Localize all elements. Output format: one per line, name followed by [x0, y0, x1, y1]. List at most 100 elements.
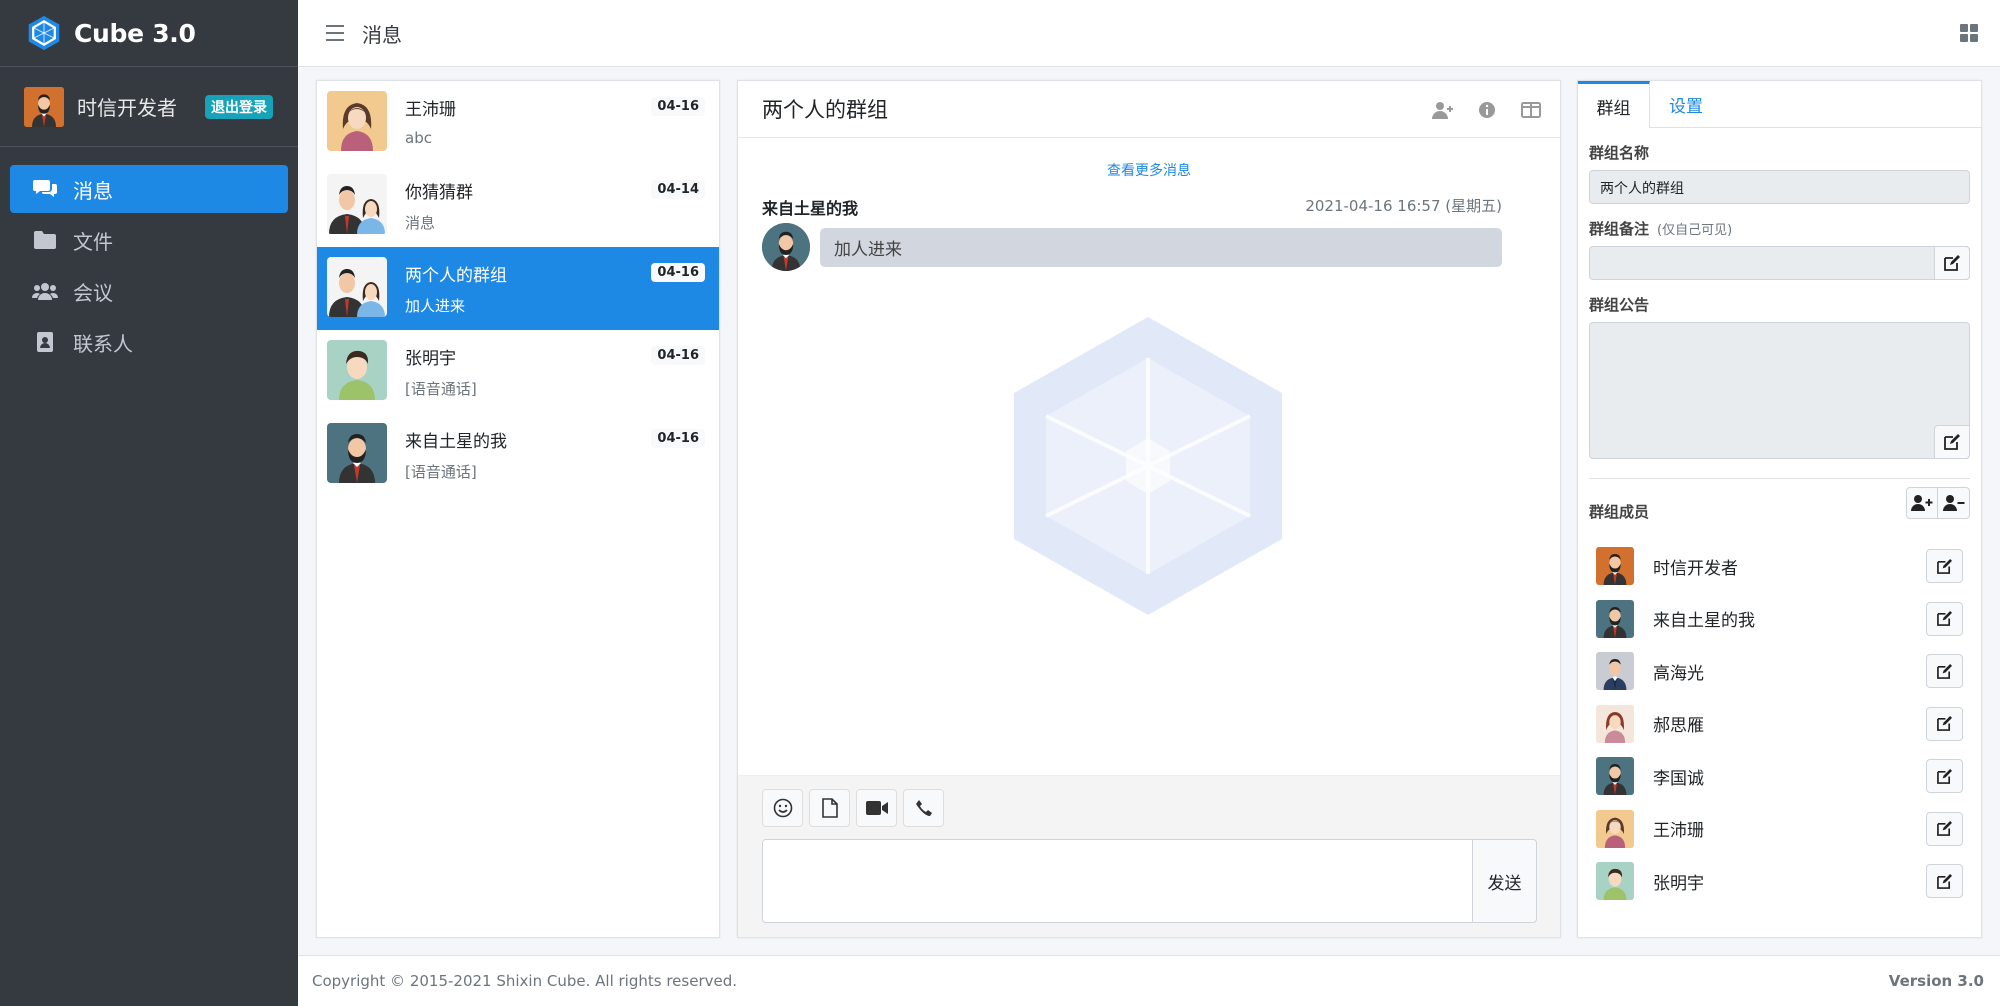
conversation-item[interactable]: 张明宇 [语音通话] 04-16 — [317, 330, 719, 413]
member-item[interactable]: 李国诚 — [1578, 750, 1981, 803]
user-panel: 时信开发者 退出登录 — [0, 67, 298, 147]
info-icon[interactable] — [1476, 99, 1498, 121]
member-item[interactable]: 高海光 — [1578, 645, 1981, 698]
main-nav: 消息 文件 会议 联系人 — [0, 147, 298, 366]
conversation-list: 王沛珊 abc 04-16 你猜猜群 消息 04-14 两个人的群组 加人进来 04-… — [316, 80, 720, 938]
message-bubble[interactable]: 加人进来 — [820, 227, 1502, 267]
emoji-icon[interactable] — [762, 789, 803, 827]
edit-member-button[interactable] — [1926, 601, 1963, 636]
edit-icon — [1937, 663, 1952, 679]
conversation-snippet: 消息 — [405, 214, 436, 232]
page-title: 消息 — [362, 22, 402, 47]
group-info-panel: 群组 设置 群组名称 两个人的群组 群组备注 (仅自己可见) 群组公告 群组成员 … — [1577, 80, 1982, 938]
group-remark-label: 群组备注 (仅自己可见) — [1589, 218, 1981, 239]
message-time: 2021-04-16 16:57 (星期五) — [1305, 197, 1502, 215]
user-minus-icon — [1942, 495, 1964, 511]
top-header: 消息 — [298, 0, 2000, 67]
conversation-item-active[interactable]: 两个人的群组 加人进来 04-16 — [317, 247, 719, 330]
nav-item-files[interactable]: 文件 — [10, 216, 288, 264]
avatar — [327, 174, 387, 234]
nav-item-label: 联系人 — [73, 331, 133, 356]
load-more-link[interactable]: 查看更多消息 — [738, 160, 1560, 180]
edit-member-button[interactable] — [1926, 759, 1963, 793]
nav-item-label: 消息 — [73, 178, 113, 203]
member-name: 张明宇 — [1653, 873, 1704, 894]
message-input[interactable] — [762, 839, 1473, 923]
conversation-date: 04-16 — [651, 263, 705, 282]
conversation-snippet: [语音通话] — [405, 463, 477, 481]
phone-icon[interactable] — [903, 789, 944, 827]
members-header: 群组成员 — [1589, 487, 1970, 522]
video-icon[interactable] — [856, 789, 897, 827]
hamburger-menu-icon[interactable] — [326, 25, 344, 41]
message-row: 加人进来 — [738, 223, 1560, 271]
message-composer: 发送 — [738, 775, 1560, 937]
member-name: 王沛珊 — [1653, 821, 1704, 842]
avatar[interactable] — [762, 223, 810, 271]
member-item[interactable]: 来自土星的我 — [1578, 593, 1981, 646]
info-tabs: 群组 设置 — [1578, 81, 1981, 128]
members-label: 群组成员 — [1589, 503, 1650, 521]
version-text: Version 3.0 — [1888, 972, 1984, 990]
chat-header: 两个人的群组 — [738, 81, 1560, 138]
nav-item-contacts[interactable]: 联系人 — [10, 318, 288, 366]
group-remark-label-text: 群组备注 — [1589, 220, 1650, 238]
group-remark-hint: (仅自己可见) — [1657, 223, 1733, 238]
avatar[interactable] — [24, 86, 64, 127]
group-remark-field[interactable] — [1589, 246, 1970, 280]
avatar — [327, 423, 387, 483]
add-member-button[interactable] — [1906, 487, 1938, 519]
brand[interactable]: Cube 3.0 — [0, 0, 298, 67]
footer: Copyright © 2015-2021 Shixin Cube. All r… — [298, 955, 2000, 1006]
user-plus-icon — [1911, 495, 1933, 511]
edit-icon — [1937, 821, 1952, 836]
file-icon[interactable] — [809, 789, 850, 827]
cube-logo-icon — [28, 15, 60, 51]
tab-settings[interactable]: 设置 — [1650, 81, 1722, 128]
group-notice-field[interactable] — [1589, 322, 1970, 459]
remove-member-button[interactable] — [1938, 487, 1970, 519]
edit-member-button[interactable] — [1926, 864, 1963, 898]
group-name-field: 两个人的群组 — [1589, 170, 1970, 204]
member-item[interactable]: 时信开发者 — [1578, 540, 1981, 593]
comments-icon — [32, 177, 58, 201]
edit-member-button[interactable] — [1926, 811, 1963, 846]
avatar — [1596, 547, 1634, 585]
edit-member-button[interactable] — [1926, 706, 1963, 741]
edit-member-button[interactable] — [1926, 549, 1963, 583]
conversation-item[interactable]: 你猜猜群 消息 04-14 — [317, 164, 719, 247]
cube-watermark-icon — [1014, 317, 1282, 615]
member-name: 李国诚 — [1653, 768, 1704, 789]
nav-item-label: 会议 — [73, 280, 113, 305]
nav-item-messages[interactable]: 消息 — [10, 165, 288, 213]
nav-item-meetings[interactable]: 会议 — [10, 267, 288, 315]
edit-member-button[interactable] — [1926, 654, 1963, 688]
logout-button[interactable]: 退出登录 — [205, 94, 273, 119]
add-member-icon[interactable] — [1432, 99, 1454, 121]
member-item[interactable]: 郝思雁 — [1578, 698, 1981, 751]
user-name[interactable]: 时信开发者 — [77, 92, 177, 121]
edit-notice-button[interactable] — [1934, 425, 1970, 459]
users-icon — [32, 279, 58, 303]
conversation-snippet: [语音通话] — [405, 380, 477, 398]
chat-title: 两个人的群组 — [762, 98, 888, 122]
member-name: 来自土星的我 — [1653, 611, 1755, 632]
side-panel-icon[interactable] — [1520, 99, 1542, 121]
avatar — [1596, 862, 1634, 900]
edit-icon — [1937, 558, 1952, 574]
message-meta: 来自土星的我 2021-04-16 16:57 (星期五) — [738, 195, 1560, 219]
edit-icon — [1937, 611, 1952, 626]
edit-remark-button[interactable] — [1934, 246, 1970, 280]
member-item[interactable]: 王沛珊 — [1578, 803, 1981, 856]
app-title: Cube 3.0 — [74, 18, 196, 48]
conversation-date: 04-14 — [651, 180, 705, 199]
conversation-item[interactable]: 王沛珊 abc 04-16 — [317, 81, 719, 164]
conversation-date: 04-16 — [651, 429, 705, 448]
edit-icon — [1944, 434, 1960, 450]
member-item[interactable]: 张明宇 — [1578, 855, 1981, 908]
avatar — [327, 257, 387, 317]
grid-icon[interactable] — [1960, 24, 1978, 42]
tab-group[interactable]: 群组 — [1578, 81, 1650, 128]
send-button[interactable]: 发送 — [1473, 839, 1537, 923]
conversation-item[interactable]: 来自土星的我 [语音通话] 04-16 — [317, 413, 719, 496]
